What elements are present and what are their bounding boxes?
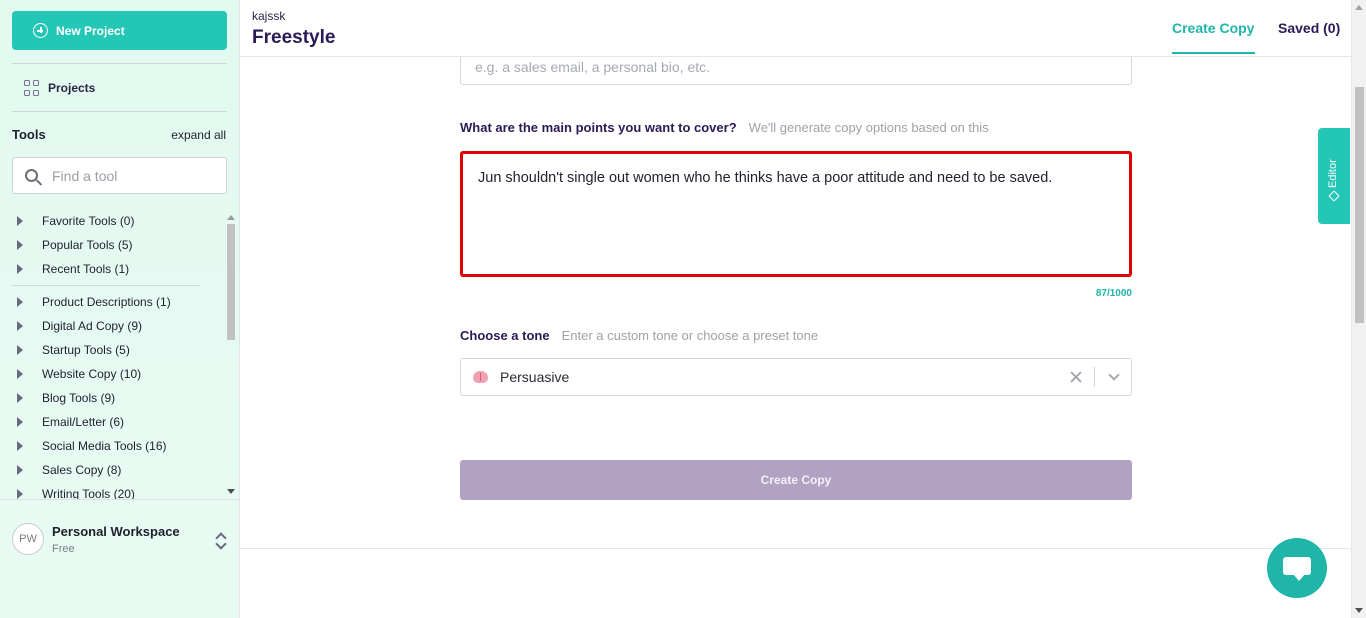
copy-type-placeholder: e.g. a sales email, a personal bio, etc. [475,58,711,75]
page-title: Freestyle [252,27,336,48]
points-label: What are the main points you want to cov… [460,120,737,135]
tab-create-copy[interactable]: Create Copy [1172,20,1254,36]
tool-category-product-descriptions[interactable]: Product Descriptions (1) [12,290,224,314]
caret-right-icon [17,441,23,451]
search-icon [25,169,38,182]
sidebar: New Project Projects Tools expand all Fa… [0,0,240,618]
caret-right-icon [17,417,23,427]
sidebar-divider [12,63,227,64]
main-points-textarea[interactable]: Jun shouldn't single out women who he th… [460,151,1132,277]
tool-category-social-media-tools[interactable]: Social Media Tools (16) [12,434,224,458]
sidebar-item-projects[interactable]: Projects [24,80,95,96]
plus-circle-icon [33,23,48,38]
editor-side-tab[interactable]: Editor [1318,128,1350,224]
tone-select[interactable]: Persuasive [460,358,1132,396]
tool-group-favorite[interactable]: Favorite Tools (0) [12,209,224,233]
tool-category-blog-tools[interactable]: Blog Tools (9) [12,386,224,410]
breadcrumb[interactable]: kajssk [252,9,285,23]
tool-search [12,157,227,194]
scroll-down-arrow-icon[interactable] [1355,608,1363,613]
tool-list-scrollbar[interactable] [226,213,236,499]
tool-category-label: Website Copy (10) [42,367,142,381]
tool-category-label: Startup Tools (5) [42,343,130,357]
tab-saved[interactable]: Saved (0) [1278,20,1340,36]
clear-icon[interactable] [1069,370,1083,384]
tool-category-website-copy[interactable]: Website Copy (10) [12,362,224,386]
tools-heading: Tools [12,127,46,142]
page-scrollbar[interactable] [1351,0,1366,618]
create-copy-button[interactable]: Create Copy [460,460,1132,500]
tool-category-digital-ad-copy[interactable]: Digital Ad Copy (9) [12,314,224,338]
tone-value: Persuasive [500,369,570,385]
caret-right-icon [17,393,23,403]
scroll-down-arrow-icon[interactable] [227,489,235,494]
active-tab-indicator [1172,52,1255,54]
tool-category-email-letter[interactable]: Email/Letter (6) [12,410,224,434]
tone-hint: Enter a custom tone or choose a preset t… [561,328,819,343]
scroll-up-arrow-icon[interactable] [227,215,235,220]
tool-category-startup-tools[interactable]: Startup Tools (5) [12,338,224,362]
caret-right-icon [17,489,23,499]
new-project-label: New Project [56,23,125,38]
grid-icon [24,80,40,96]
caret-right-icon [17,321,23,331]
tool-category-label: Digital Ad Copy (9) [42,319,143,333]
tool-category-label: Social Media Tools (16) [42,439,167,453]
projects-label: Projects [48,81,96,95]
sidebar-divider [12,111,227,112]
tool-list: Favorite Tools (0) Popular Tools (5) Rec… [12,209,224,499]
workspace-plan: Free [52,542,75,555]
editor-tab-label: Editor [1327,159,1339,188]
tool-group-label: Popular Tools (5) [42,238,133,252]
workspace-divider [0,499,239,500]
select-separator [1094,367,1095,387]
content-divider [240,548,1351,549]
chat-button[interactable] [1267,538,1327,598]
tool-list-divider [12,285,200,286]
new-project-button[interactable]: New Project [12,11,227,50]
avatar: PW [12,523,44,555]
char-counter: 87/1000 [1095,288,1132,299]
caret-right-icon [17,240,23,250]
scrollbar-thumb[interactable] [1354,87,1364,323]
pencil-icon [1328,190,1340,202]
tool-category-sales-copy[interactable]: Sales Copy (8) [12,458,224,482]
caret-right-icon [17,297,23,307]
tone-label-row: Choose a tone Enter a custom tone or cho… [460,328,818,343]
header: kajssk Freestyle Create Copy Saved (0) [240,0,1351,57]
tool-category-label: Email/Letter (6) [42,415,125,429]
tone-label: Choose a tone [460,328,550,343]
tool-category-label: Sales Copy (8) [42,463,122,477]
chevron-down-icon[interactable] [1108,369,1120,381]
tool-group-label: Favorite Tools (0) [42,214,135,228]
brain-icon [473,371,488,383]
expand-all-link[interactable]: expand all [171,128,226,142]
main-content: e.g. a sales email, a personal bio, etc.… [240,49,1351,618]
tool-group-recent[interactable]: Recent Tools (1) [12,257,224,281]
tool-category-writing-tools[interactable]: Writing Tools (20) [12,482,224,499]
chat-bubble-icon [1283,557,1311,581]
points-label-row: What are the main points you want to cov… [460,120,989,135]
workspace-switcher[interactable]: PW Personal Workspace Free [12,523,180,555]
tool-group-label: Recent Tools (1) [42,262,130,276]
tool-category-label: Writing Tools (20) [42,487,135,499]
caret-right-icon [17,216,23,226]
points-hint: We'll generate copy options based on thi… [748,120,989,135]
scroll-up-arrow-icon[interactable] [1355,5,1363,10]
caret-right-icon [17,345,23,355]
chevron-up-down-icon[interactable] [215,531,227,551]
tool-category-label: Blog Tools (9) [42,391,116,405]
scrollbar-thumb[interactable] [227,224,235,340]
tool-search-input[interactable] [52,167,212,184]
workspace-name: Personal Workspace [52,523,180,539]
tool-category-label: Product Descriptions (1) [42,295,171,309]
caret-right-icon [17,264,23,274]
caret-right-icon [17,369,23,379]
caret-right-icon [17,465,23,475]
tool-group-popular[interactable]: Popular Tools (5) [12,233,224,257]
